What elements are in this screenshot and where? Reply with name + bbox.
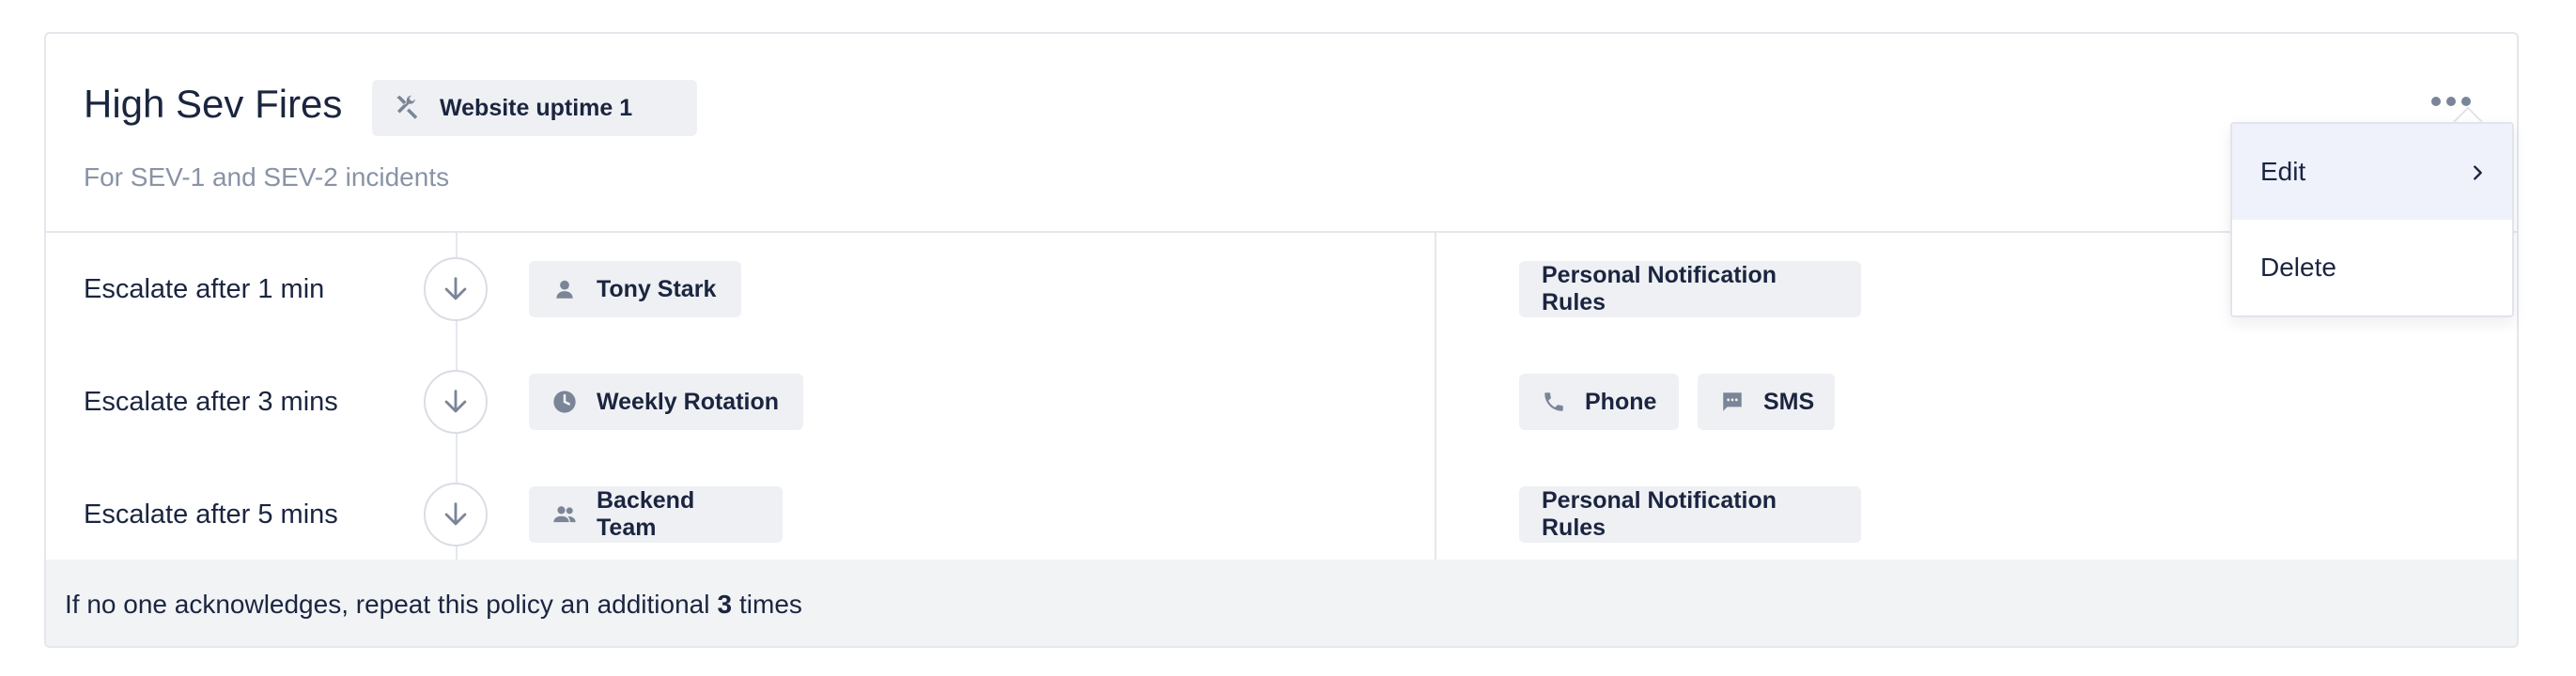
policy-subtitle: For SEV-1 and SEV-2 incidents xyxy=(84,162,450,192)
escalation-step: Escalate after 3 mins Weekly Rotation Ph… xyxy=(46,346,2517,458)
target-chip-team[interactable]: Backend Team xyxy=(529,486,783,543)
repeat-count: 3 xyxy=(717,590,733,619)
escalate-label: Escalate after 5 mins xyxy=(84,499,338,530)
target-label: Backend Team xyxy=(597,487,695,541)
menu-item-label: Delete xyxy=(2260,253,2336,282)
policy-header: High Sev Fires Website uptime 1 For SEV-… xyxy=(46,34,2517,233)
notification-chip[interactable]: Personal Notification Rules xyxy=(1519,486,1861,543)
target-chip-user[interactable]: Tony Stark xyxy=(529,261,741,317)
escalation-steps: Escalate after 1 min Tony Stark Personal… xyxy=(46,233,2517,560)
notification-label: Personal Notification Rules xyxy=(1542,262,1777,315)
target-chip-schedule[interactable]: Weekly Rotation xyxy=(529,374,803,430)
chevron-right-icon xyxy=(2467,160,2488,190)
notification-chip-sms[interactable]: SMS xyxy=(1698,374,1835,430)
arrow-down-icon xyxy=(424,370,488,434)
notification-chip-phone[interactable]: Phone xyxy=(1519,374,1679,430)
service-chip-label: Website uptime 1 xyxy=(440,94,633,121)
user-icon xyxy=(551,276,578,302)
notification-label: SMS xyxy=(1763,388,1815,415)
more-dot-icon xyxy=(2461,97,2471,106)
menu-item-label: Edit xyxy=(2260,157,2306,186)
target-label: Weekly Rotation xyxy=(597,388,780,415)
sms-icon xyxy=(1720,389,1745,415)
repeat-text-suffix: times xyxy=(739,590,802,619)
phone-icon xyxy=(1542,389,1566,415)
more-dot-icon xyxy=(2431,97,2441,106)
clock-icon xyxy=(551,389,578,415)
escalate-label: Escalate after 1 min xyxy=(84,274,325,304)
target-label: Tony Stark xyxy=(597,275,717,302)
arrow-down-icon xyxy=(424,483,488,546)
repeat-policy-footer: If no one acknowledges, repeat this poli… xyxy=(46,560,2517,646)
escalate-label: Escalate after 3 mins xyxy=(84,387,338,417)
escalation-step: Escalate after 5 mins Backend Team Perso… xyxy=(46,458,2517,571)
escalation-step: Escalate after 1 min Tony Stark Personal… xyxy=(46,233,2517,346)
service-chip[interactable]: Website uptime 1 xyxy=(372,80,697,136)
notification-chip[interactable]: Personal Notification Rules xyxy=(1519,261,1861,317)
tools-icon xyxy=(393,92,421,125)
notification-label: Personal Notification Rules xyxy=(1542,487,1777,541)
arrow-down-icon xyxy=(424,257,488,321)
escalation-policy-card: High Sev Fires Website uptime 1 For SEV-… xyxy=(44,32,2519,648)
repeat-text-prefix: If no one acknowledges, repeat this poli… xyxy=(65,590,710,619)
team-icon xyxy=(551,501,578,528)
menu-item-edit[interactable]: Edit xyxy=(2232,124,2512,220)
policy-title: High Sev Fires xyxy=(84,82,343,126)
more-dot-icon xyxy=(2446,97,2456,106)
menu-item-delete[interactable]: Delete xyxy=(2232,220,2512,315)
notification-label: Phone xyxy=(1585,388,1657,415)
options-menu: Edit Delete xyxy=(2230,122,2514,317)
